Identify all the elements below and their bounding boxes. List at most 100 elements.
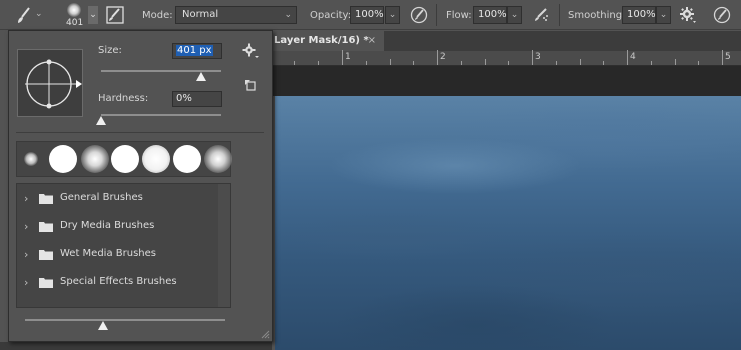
brush-group-special-effects[interactable]: › Special Effects Brushes: [17, 271, 217, 293]
recent-brush-swatch[interactable]: [111, 145, 139, 173]
preview-size-slider-track[interactable]: [25, 319, 225, 321]
hardness-input[interactable]: 0%: [172, 91, 222, 107]
groups-scrollbar[interactable]: [218, 184, 230, 307]
document-tab-title: Layer Mask/16) *: [274, 35, 369, 46]
flow-label: Flow:: [446, 10, 472, 21]
brush-preview-icon: [67, 3, 81, 17]
ruler-number: 1: [345, 52, 351, 62]
brush-group-wet-media[interactable]: › Wet Media Brushes: [17, 243, 217, 265]
ruler-tick: [651, 61, 652, 65]
brush-group-label: Dry Media Brushes: [60, 220, 155, 231]
close-icon[interactable]: ×: [368, 31, 376, 51]
pressure-size-icon[interactable]: [713, 6, 731, 24]
ruler-tick: [532, 50, 533, 65]
resize-grip-icon[interactable]: [260, 329, 270, 339]
ruler-tick: [603, 61, 604, 65]
options-bar: ⌄ 401 ⌄ Mode: Normal ⌄ Opacity: 100% ⌄ F…: [0, 0, 741, 30]
brush-tool-icon[interactable]: [14, 6, 34, 26]
recent-brushes-row: [16, 141, 232, 177]
ruler-tick: [390, 59, 391, 65]
flow-input[interactable]: 100%: [473, 6, 507, 24]
folder-icon: [39, 193, 53, 207]
separator: [436, 4, 437, 26]
hardness-slider-track[interactable]: [101, 114, 221, 116]
brush-group-general[interactable]: › General Brushes: [17, 187, 217, 209]
ruler-tick: [580, 59, 581, 65]
recent-brush-swatch[interactable]: [49, 145, 77, 173]
document-canvas[interactable]: [275, 96, 741, 350]
chevron-right-icon[interactable]: ›: [24, 220, 28, 233]
opacity-label: Opacity:: [310, 10, 352, 21]
smoothing-settings-gear-icon[interactable]: [679, 6, 697, 24]
recent-brush-swatch[interactable]: [173, 145, 201, 173]
ruler-number: 2: [440, 52, 446, 62]
smoothing-dropdown[interactable]: ⌄: [656, 6, 671, 24]
ruler-tick: [556, 61, 557, 65]
ruler-number: 3: [535, 52, 541, 62]
size-label: Size:: [98, 45, 122, 56]
brush-angle-roundness-icon: [25, 59, 82, 109]
brush-groups-list: › General Brushes › Dry Media Brushes › …: [16, 183, 231, 308]
opacity-input[interactable]: 100%: [350, 6, 384, 24]
brush-preset-picker: Size: 401 px Hardness: 0% › General Brus…: [8, 30, 273, 342]
status-strip: [0, 342, 272, 350]
ruler-tick: [508, 61, 509, 65]
ruler-tick: [318, 61, 319, 65]
flow-dropdown[interactable]: ⌄: [507, 6, 522, 24]
ruler-tick: [437, 50, 438, 65]
brush-group-label: General Brushes: [60, 192, 143, 203]
chevron-right-icon[interactable]: ›: [24, 276, 28, 289]
mode-select[interactable]: Normal ⌄: [175, 6, 297, 24]
hardness-slider-thumb[interactable]: [96, 116, 106, 125]
brush-preset-picker-button[interactable]: 401: [60, 2, 90, 29]
ruler-tick: [342, 50, 343, 65]
mode-label: Mode:: [142, 10, 173, 21]
mode-value: Normal: [182, 9, 219, 20]
recent-brush-swatch[interactable]: [81, 145, 109, 173]
smoothing-label: Smoothing:: [568, 10, 626, 21]
ruler-tick: [294, 61, 295, 65]
separator: [559, 4, 560, 26]
picker-settings-gear-icon[interactable]: [242, 43, 260, 59]
ruler-tick: [485, 59, 486, 65]
chevron-right-icon[interactable]: ›: [24, 192, 28, 205]
ruler-number: 5: [725, 52, 731, 62]
airbrush-icon[interactable]: [532, 6, 550, 24]
chevron-down-icon: ⌄: [284, 10, 292, 20]
ruler-tick: [698, 61, 699, 65]
folder-icon: [39, 249, 53, 263]
document-tab[interactable]: Layer Mask/16) * ×: [272, 31, 384, 51]
brush-picker-chevron-icon[interactable]: ⌄: [88, 6, 98, 24]
size-input[interactable]: 401 px: [172, 43, 222, 59]
reset-brush-icon[interactable]: [244, 79, 256, 91]
ruler-tick: [722, 50, 723, 65]
brush-tip-angle-preview[interactable]: [17, 49, 83, 117]
brush-size-readout: 401: [66, 18, 84, 28]
smoothing-input[interactable]: 100%: [622, 6, 656, 24]
recent-brush-swatch[interactable]: [204, 145, 232, 173]
divider: [16, 132, 264, 133]
folder-icon: [39, 277, 53, 291]
brush-group-label: Special Effects Brushes: [60, 276, 177, 287]
size-slider-thumb[interactable]: [195, 72, 206, 81]
recent-brush-swatch[interactable]: [142, 145, 170, 173]
ruler-number: 4: [630, 52, 636, 62]
tool-preset-chevron-icon[interactable]: ⌄: [35, 9, 43, 19]
opacity-dropdown[interactable]: ⌄: [385, 6, 400, 24]
ruler-tick: [413, 61, 414, 65]
folder-icon: [39, 221, 53, 235]
recent-brush-swatch[interactable]: [24, 152, 38, 166]
chevron-right-icon[interactable]: ›: [24, 248, 28, 261]
preview-size-slider-thumb[interactable]: [98, 321, 108, 330]
document-tab-bar: Layer Mask/16) * ×: [272, 31, 741, 51]
pressure-opacity-icon[interactable]: [410, 6, 428, 24]
size-value: 401 px: [176, 45, 213, 56]
pasteboard: [272, 66, 741, 96]
horizontal-ruler[interactable]: 1 2 3 4 5: [272, 50, 741, 66]
ruler-tick: [627, 50, 628, 65]
ruler-tick: [675, 59, 676, 65]
ruler-tick: [366, 61, 367, 65]
ruler-tick: [461, 61, 462, 65]
brush-group-dry-media[interactable]: › Dry Media Brushes: [17, 215, 217, 237]
brush-settings-panel-icon[interactable]: [106, 6, 124, 24]
